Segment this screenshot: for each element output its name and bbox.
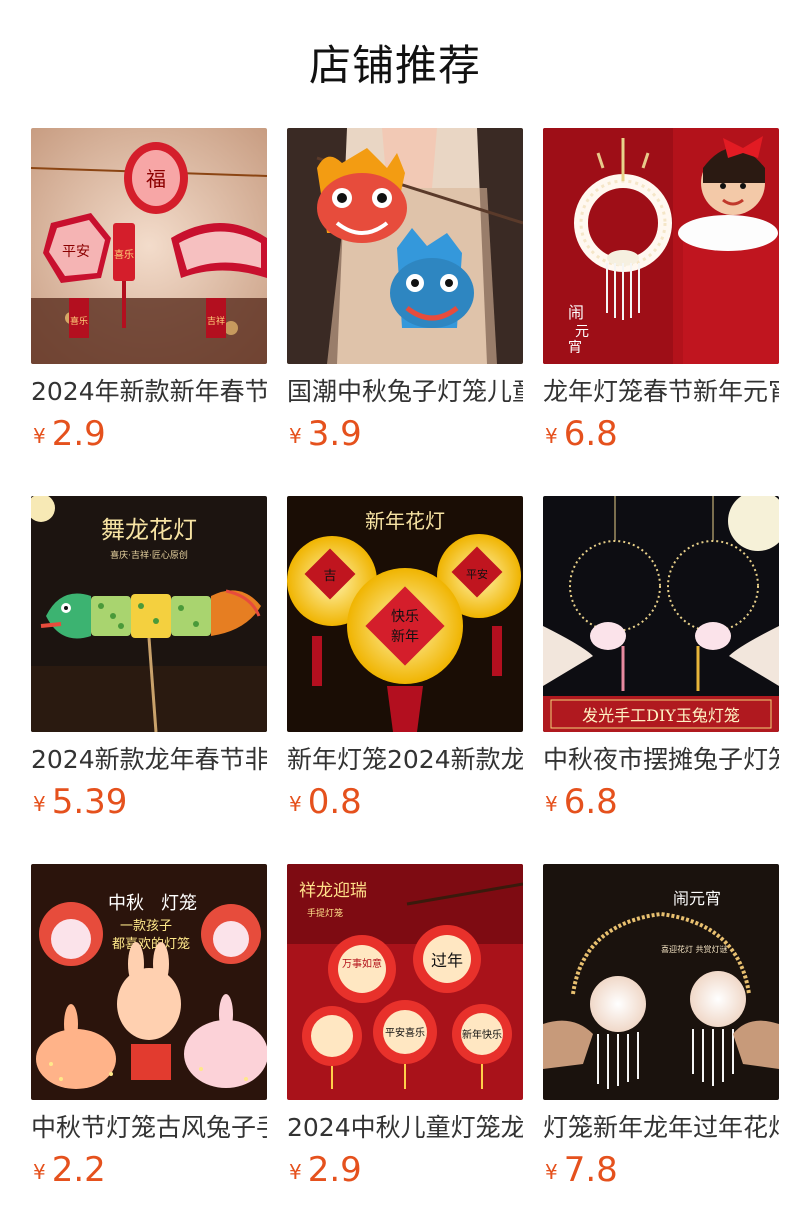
product-title[interactable]: 2024中秋儿童灯笼龙年 [287, 1112, 523, 1144]
currency-symbol: ¥ [289, 792, 302, 816]
dragon-head-lantern-image[interactable] [287, 128, 523, 364]
svg-text:闹: 闹 [568, 303, 584, 322]
product-price: ¥2.9 [289, 1150, 362, 1190]
price-value: 7.8 [563, 1150, 618, 1190]
price-value: 2.9 [51, 414, 106, 454]
svg-text:闹元宵: 闹元宵 [673, 889, 721, 908]
product-price: ¥3.9 [289, 414, 362, 454]
svg-text:过年: 过年 [431, 951, 463, 970]
svg-text:平安喜乐: 平安喜乐 [385, 1026, 425, 1039]
product-card[interactable]: 祥龙迎瑞 手提灯笼 万事如意 过年 平安喜乐 新年快乐 2024中秋儿童灯笼龙年… [287, 864, 523, 1194]
product-title[interactable]: 2024新款龙年春节非遗 [31, 744, 267, 776]
product-card[interactable]: 新年花灯 吉 平安 快乐 新年 新年灯笼2024新款龙年 ¥0.8 [287, 496, 523, 826]
svg-text:发光手工DIY玉兔灯笼: 发光手工DIY玉兔灯笼 [582, 706, 740, 725]
svg-text:一款孩子: 一款孩子 [120, 919, 172, 934]
svg-text:都喜欢的灯笼: 都喜欢的灯笼 [112, 936, 190, 952]
currency-symbol: ¥ [33, 792, 46, 816]
product-title[interactable]: 2024年新款新年春节 [31, 376, 267, 408]
svg-text:喜庆·吉祥·匠心原创: 喜庆·吉祥·匠心原创 [110, 549, 188, 561]
product-title[interactable]: 国潮中秋兔子灯笼儿童 [287, 376, 523, 408]
svg-text:快乐: 快乐 [391, 609, 419, 625]
product-title[interactable]: 新年灯笼2024新款龙年 [287, 744, 523, 776]
product-card[interactable]: 闹 元 宵 龙年灯笼春节新年元宵 ¥6.8 [543, 128, 779, 458]
product-price: ¥5.39 [33, 782, 127, 822]
svg-text:灯笼: 灯笼 [161, 893, 197, 914]
price-value: 2.9 [307, 1150, 362, 1190]
currency-symbol: ¥ [289, 424, 302, 448]
currency-symbol: ¥ [545, 792, 558, 816]
svg-text:喜乐: 喜乐 [70, 315, 88, 327]
price-value: 3.9 [307, 414, 362, 454]
price-value: 6.8 [563, 782, 618, 822]
price-value: 5.39 [51, 782, 128, 822]
product-price: ¥0.8 [289, 782, 362, 822]
fan-lantern-set-image[interactable]: 福 平安 喜乐 喜乐 吉祥 [31, 128, 267, 364]
currency-symbol: ¥ [33, 1160, 46, 1184]
svg-text:新年花灯: 新年花灯 [365, 509, 445, 533]
moon-tassel-lantern-image[interactable]: 闹元宵 喜迎花灯 共赏灯谜 [543, 864, 779, 1100]
auspicious-dragon-lantern-image[interactable]: 祥龙迎瑞 手提灯笼 万事如意 过年 平安喜乐 新年快乐 [287, 864, 523, 1100]
svg-text:宵: 宵 [568, 339, 582, 356]
svg-text:新年: 新年 [391, 629, 419, 645]
page-title: 店铺推荐 [308, 41, 481, 90]
product-price: ¥6.8 [545, 782, 618, 822]
product-card[interactable]: 福 平安 喜乐 喜乐 吉祥 2024年新款新年春节 ¥2.9 [31, 128, 267, 458]
svg-text:元: 元 [575, 324, 589, 340]
currency-symbol: ¥ [545, 424, 558, 448]
glowing-ball-lantern-image[interactable]: 新年花灯 吉 平安 快乐 新年 [287, 496, 523, 732]
page-header: 店铺推荐 [0, 38, 790, 94]
currency-symbol: ¥ [33, 424, 46, 448]
product-card[interactable]: 中秋 灯笼 一款孩子 都喜欢的灯笼 中秋节灯笼古风兔子手提 ¥2.2 [31, 864, 267, 1194]
jade-rabbit-ring-lantern-image[interactable]: 发光手工DIY玉兔灯笼 [543, 496, 779, 732]
price-value: 2.2 [51, 1150, 106, 1190]
svg-text:喜乐: 喜乐 [114, 248, 134, 261]
svg-text:平安: 平安 [62, 244, 90, 260]
product-price: ¥7.8 [545, 1150, 618, 1190]
product-price: ¥2.2 [33, 1150, 106, 1190]
svg-text:吉: 吉 [323, 569, 336, 584]
svg-text:新年快乐: 新年快乐 [462, 1028, 502, 1041]
price-value: 6.8 [563, 414, 618, 454]
svg-text:祥龙迎瑞: 祥龙迎瑞 [299, 881, 367, 901]
product-title[interactable]: 中秋夜市摆摊兔子灯笼 [543, 744, 779, 776]
product-title[interactable]: 中秋节灯笼古风兔子手提 [31, 1112, 267, 1144]
svg-text:万事如意: 万事如意 [342, 957, 382, 970]
girl-ring-lantern-image[interactable]: 闹 元 宵 [543, 128, 779, 364]
rabbit-lantern-set-image[interactable]: 中秋 灯笼 一款孩子 都喜欢的灯笼 [31, 864, 267, 1100]
svg-text:中秋: 中秋 [108, 893, 144, 914]
product-card[interactable]: 发光手工DIY玉兔灯笼 中秋夜市摆摊兔子灯笼 ¥6.8 [543, 496, 779, 826]
product-card[interactable]: 闹元宵 喜迎花灯 共赏灯谜 灯笼新年龙年过年花灯 ¥7.8 [543, 864, 779, 1194]
product-title[interactable]: 龙年灯笼春节新年元宵 [543, 376, 779, 408]
currency-symbol: ¥ [545, 1160, 558, 1184]
svg-text:喜迎花灯 共赏灯谜: 喜迎花灯 共赏灯谜 [661, 944, 728, 954]
price-value: 0.8 [307, 782, 362, 822]
dragon-dance-lantern-image[interactable]: 舞龙花灯 喜庆·吉祥·匠心原创 [31, 496, 267, 732]
currency-symbol: ¥ [289, 1160, 302, 1184]
svg-text:手提灯笼: 手提灯笼 [307, 907, 343, 919]
product-title[interactable]: 灯笼新年龙年过年花灯 [543, 1112, 779, 1144]
product-price: ¥2.9 [33, 414, 106, 454]
product-card[interactable]: 国潮中秋兔子灯笼儿童 ¥3.9 [287, 128, 523, 458]
svg-text:平安: 平安 [466, 567, 488, 581]
svg-text:福: 福 [146, 167, 166, 191]
svg-text:吉祥: 吉祥 [207, 315, 225, 327]
svg-text:舞龙花灯: 舞龙花灯 [101, 516, 197, 544]
product-card[interactable]: 舞龙花灯 喜庆·吉祥·匠心原创 2024新款龙年春节非遗 ¥5.39 [31, 496, 267, 826]
product-price: ¥6.8 [545, 414, 618, 454]
